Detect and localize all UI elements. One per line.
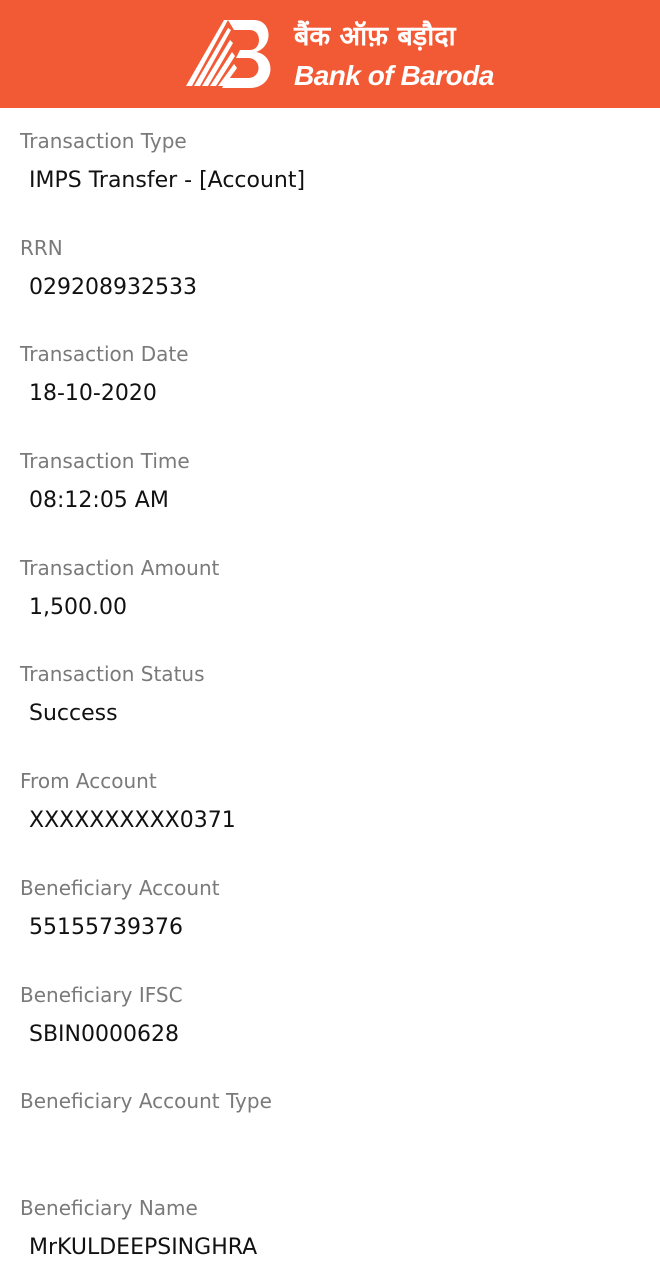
field-label: RRN [20,235,63,260]
field-value: XXXXXXXXXX0371 [29,808,236,834]
field-transaction-amount: Transaction Amount 1,500.00 [0,535,660,642]
field-beneficiary-account: Beneficiary Account 55155739376 [0,855,660,962]
field-label: From Account [20,769,157,794]
field-transaction-time: Transaction Time 08:12:05 AM [0,428,660,535]
field-value: SBIN0000628 [29,1021,179,1047]
bank-logo: बैंक ऑफ़ बड़ौदा Bank of Baroda [184,16,494,96]
field-beneficiary-name: Beneficiary Name MrKULDEEPSINGHRA [0,1175,660,1282]
field-label: Beneficiary Name [20,1195,198,1220]
field-from-account: From Account XXXXXXXXXX0371 [0,748,660,855]
field-label: Beneficiary Account Type [20,1089,272,1114]
field-beneficiary-account-type: Beneficiary Account Type [0,1068,660,1175]
bank-name-hindi: बैंक ऑफ़ बड़ौदा [294,21,456,52]
field-transaction-status: Transaction Status Success [0,641,660,748]
bank-of-baroda-logo-icon [186,20,271,88]
transaction-details: Transaction Type IMPS Transfer - [Accoun… [0,108,660,1282]
field-value: 18-10-2020 [29,381,157,407]
field-value: MrKULDEEPSINGHRA [29,1234,258,1260]
field-beneficiary-ifsc: Beneficiary IFSC SBIN0000628 [0,962,660,1069]
field-value: 029208932533 [29,274,197,300]
field-label: Transaction Time [20,449,190,474]
field-value: 08:12:05 AM [29,488,169,514]
app-header: बैंक ऑफ़ बड़ौदा Bank of Baroda [0,0,660,108]
field-label: Transaction Type [20,129,187,153]
field-transaction-type: Transaction Type IMPS Transfer - [Accoun… [0,108,660,215]
field-label: Beneficiary Account [20,875,220,900]
field-label: Transaction Date [20,342,189,367]
field-value: IMPS Transfer - [Account] [29,168,306,193]
field-rrn: RRN 029208932533 [0,215,660,322]
field-value: 55155739376 [29,914,183,940]
field-label: Transaction Status [20,662,205,687]
field-transaction-date: Transaction Date 18-10-2020 [0,321,660,428]
bank-name-english: Bank of Baroda [294,60,494,91]
field-label: Transaction Amount [20,555,220,580]
field-label: Beneficiary IFSC [20,982,183,1007]
field-value: 1,500.00 [29,594,127,620]
field-value: Success [29,701,118,727]
